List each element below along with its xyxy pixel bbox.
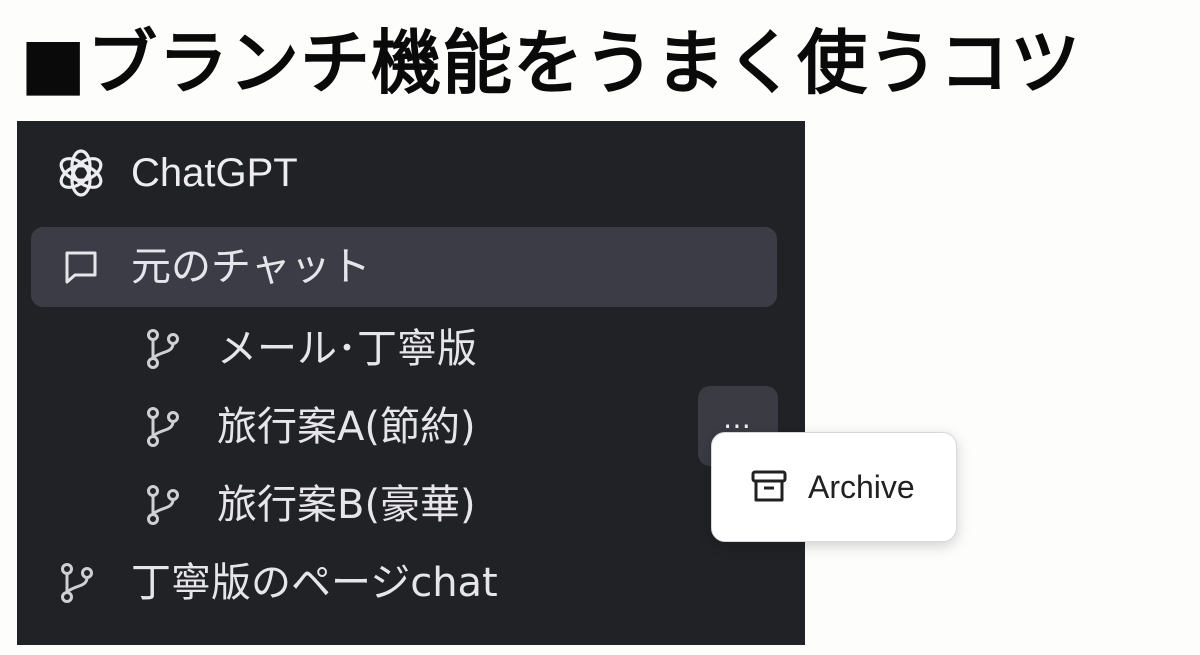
archive-menu-item[interactable]: Archive — [808, 467, 915, 507]
page-headline: ■ブランチ機能をうまく使うコツ — [20, 22, 1082, 104]
sidebar-branch-item[interactable]: 旅行案B(豪華) — [143, 477, 476, 533]
sidebar-branch-item[interactable]: 丁寧版のページchat — [57, 555, 498, 611]
sidebar-branch-label: 旅行案A(節約) — [217, 404, 476, 450]
branch-icon — [57, 561, 97, 605]
sidebar-branch-label: 丁寧版のページchat — [131, 560, 498, 606]
branch-icon — [143, 327, 183, 371]
sidebar-branch-item[interactable]: 旅行案A(節約) — [143, 399, 476, 455]
brand[interactable]: ChatGPT — [55, 147, 298, 199]
branch-icon — [143, 483, 183, 527]
page: ■ブランチ機能をうまく使うコツ ChatGPT 元のチャット メール･丁寧版 旅… — [0, 0, 1200, 655]
app-name: ChatGPT — [131, 151, 298, 195]
sidebar-branch-label: メール･丁寧版 — [217, 326, 477, 372]
branch-icon — [143, 405, 183, 449]
context-menu: Archive — [711, 432, 957, 542]
chat-sidebar: ChatGPT 元のチャット メール･丁寧版 旅行案A(節約) 旅行案B(豪華)… — [17, 121, 805, 645]
sidebar-branch-item[interactable]: メール･丁寧版 — [143, 321, 477, 377]
sidebar-branch-label: 旅行案B(豪華) — [217, 482, 476, 528]
chat-bubble-icon — [61, 247, 101, 287]
archive-icon — [750, 469, 788, 505]
sidebar-item-label: 元のチャット — [131, 244, 371, 290]
openai-logo-icon — [55, 147, 107, 199]
sidebar-item-original-chat[interactable]: 元のチャット — [31, 227, 777, 307]
